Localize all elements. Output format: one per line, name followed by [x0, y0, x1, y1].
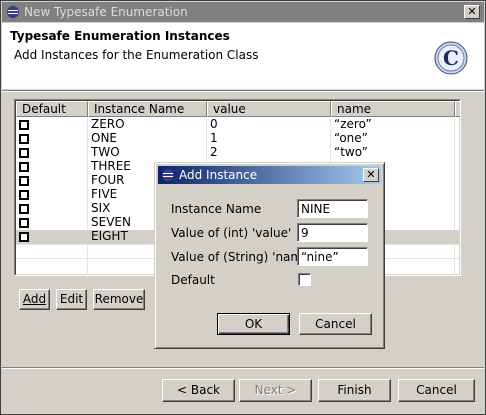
row-value: 1	[210, 132, 218, 145]
page-description: Add Instances for the Enumeration Class	[14, 48, 259, 62]
remove-button[interactable]: Remove	[93, 289, 145, 310]
row-default-cell	[16, 118, 87, 132]
page-title: Typesafe Enumeration Instances	[10, 29, 230, 43]
row-value: 0	[210, 118, 218, 131]
add-instance-dialog: Add Instance ✕ Instance Name NINE Value …	[154, 162, 385, 349]
table-row[interactable]: ONE 1 “one”	[16, 132, 459, 146]
column-header-instance-name[interactable]: Instance Name	[88, 101, 207, 117]
header-separator	[2, 90, 484, 92]
column-header-filler	[455, 101, 460, 117]
eclipse-icon	[162, 169, 174, 181]
edit-button-label: Edit	[59, 292, 84, 306]
default-checkbox[interactable]	[19, 134, 29, 144]
default-checkbox[interactable]	[19, 148, 29, 158]
row-name: “one”	[334, 132, 368, 145]
ok-button[interactable]: OK	[217, 313, 290, 335]
back-button[interactable]: < Back	[162, 379, 235, 402]
row-default-cell	[16, 230, 87, 244]
window-title: New Typesafe Enumeration	[24, 5, 188, 19]
default-checkbox[interactable]	[298, 273, 311, 286]
row-default-cell	[16, 216, 87, 230]
dialog-close-button[interactable]: ✕	[363, 168, 379, 182]
eclipse-icon	[7, 6, 19, 18]
back-button-label: < Back	[176, 383, 220, 397]
row-default-cell	[16, 160, 87, 174]
row-instance-name: ZERO	[91, 118, 125, 131]
edit-button[interactable]: Edit	[56, 289, 87, 310]
remove-button-label: Remove	[94, 292, 144, 306]
table-row[interactable]: ZERO 0 “zero”	[16, 118, 459, 132]
row-default-cell	[16, 188, 87, 202]
footer-separator	[2, 367, 484, 369]
dialog-title: Add Instance	[179, 168, 258, 182]
row-default-cell	[16, 132, 87, 146]
dialog-cancel-button-label: Cancel	[315, 317, 356, 331]
dialog-cancel-button[interactable]: Cancel	[299, 313, 372, 335]
string-value-label: Value of (String) 'name'	[171, 250, 313, 264]
add-button[interactable]: Add	[19, 289, 50, 310]
wizard-window: New Typesafe Enumeration ✕ Typesafe Enum…	[0, 0, 486, 415]
instance-name-input[interactable]: NINE	[297, 199, 368, 218]
column-header-value[interactable]: value	[207, 101, 331, 117]
logo-letter: C	[443, 46, 459, 70]
next-button-label: Next >	[254, 383, 297, 397]
close-icon: ✕	[467, 5, 477, 18]
row-default-cell	[16, 202, 87, 216]
row-instance-name: ONE	[91, 132, 118, 145]
cancel-button[interactable]: Cancel	[398, 379, 475, 402]
row-name: “two”	[334, 146, 368, 159]
default-label: Default	[171, 273, 215, 287]
default-checkbox[interactable]	[19, 204, 29, 214]
instance-name-label: Instance Name	[171, 202, 262, 216]
row-default-cell	[16, 146, 87, 160]
row-name: “zero”	[334, 118, 372, 131]
add-button-label: Add	[22, 292, 47, 306]
default-checkbox[interactable]	[19, 218, 29, 228]
default-checkbox[interactable]	[19, 120, 29, 130]
row-default-cell	[16, 174, 87, 188]
next-button[interactable]: Next >	[239, 379, 312, 402]
window-close-button[interactable]: ✕	[464, 5, 480, 19]
ok-button-label: OK	[244, 317, 263, 331]
table-header: Default Instance Name value name	[16, 101, 460, 118]
default-checkbox[interactable]	[19, 162, 29, 172]
window-title-bar: New Typesafe Enumeration ✕	[2, 2, 484, 22]
finish-button-label: Finish	[337, 383, 372, 397]
table-row[interactable]: TWO 2 “two”	[16, 146, 459, 160]
int-value-input[interactable]: 9	[297, 223, 368, 242]
close-icon: ✕	[366, 168, 376, 181]
string-value-input[interactable]: “nine”	[297, 247, 368, 266]
column-header-name[interactable]: name	[331, 101, 455, 117]
cancel-button-label: Cancel	[416, 383, 457, 397]
int-value-label: Value of (int) 'value'	[171, 226, 292, 240]
default-checkbox[interactable]	[19, 190, 29, 200]
wizard-header: Typesafe Enumeration Instances Add Insta…	[2, 23, 484, 89]
default-checkbox[interactable]	[19, 176, 29, 186]
row-instance-name: TWO	[91, 146, 120, 159]
row-value: 2	[210, 146, 218, 159]
column-header-default[interactable]: Default	[16, 101, 88, 117]
class-wizard-icon: C	[434, 41, 468, 75]
dialog-title-bar: Add Instance ✕	[158, 166, 381, 184]
default-checkbox[interactable]	[19, 232, 29, 242]
finish-button[interactable]: Finish	[318, 379, 391, 402]
